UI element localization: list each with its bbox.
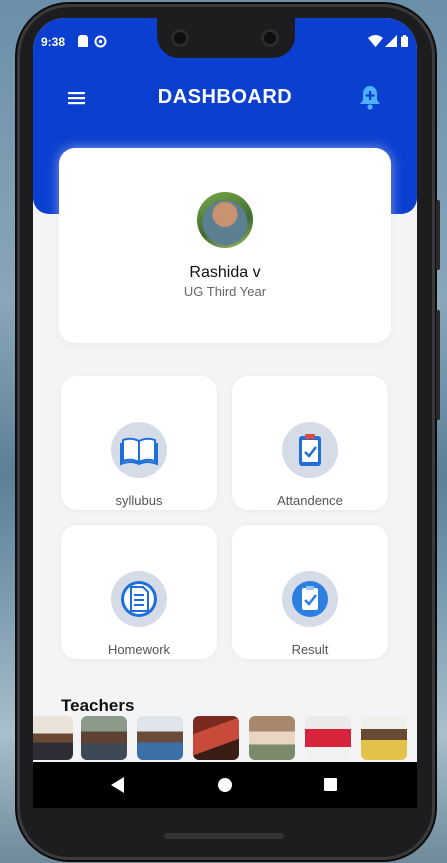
- sd-card-icon: [78, 35, 88, 50]
- app-bar: DASHBOARD: [33, 80, 417, 116]
- avatar: [197, 192, 253, 248]
- front-camera-left: [171, 29, 189, 47]
- book-icon: [111, 422, 167, 478]
- power-button: [436, 200, 440, 270]
- tile-label: Attandence: [277, 493, 343, 508]
- camera-notch: [157, 18, 295, 58]
- result-icon: [282, 571, 338, 627]
- teacher-photo[interactable]: [249, 716, 295, 760]
- recent-apps-icon[interactable]: [324, 778, 337, 791]
- teachers-heading: Teachers: [61, 696, 135, 715]
- volume-button: [436, 310, 440, 420]
- profile-card[interactable]: Rashida v UG Third Year: [59, 148, 391, 343]
- homework-icon: [111, 571, 167, 627]
- tile-label: syllubus: [115, 493, 163, 508]
- teacher-photo[interactable]: [305, 716, 351, 760]
- speaker-grille: [164, 833, 284, 839]
- syllabus-tile[interactable]: syllubus: [61, 376, 217, 510]
- screen: 9:38 DASHBOARD Rashida v UG Third Year s…: [33, 18, 417, 808]
- teacher-photo[interactable]: [193, 716, 239, 760]
- attendance-icon: [282, 422, 338, 478]
- teachers-list[interactable]: [33, 716, 417, 760]
- status-time: 9:38: [41, 35, 66, 49]
- tile-label: Result: [291, 642, 329, 657]
- back-icon[interactable]: [111, 777, 124, 793]
- teacher-photo[interactable]: [361, 716, 407, 760]
- student-name: Rashida v: [189, 264, 261, 281]
- sync-icon: [94, 35, 107, 51]
- teacher-photo[interactable]: [33, 716, 73, 760]
- notification-bell-icon[interactable]: [359, 84, 381, 110]
- signal-icon: [385, 35, 397, 50]
- student-year: UG Third Year: [183, 284, 267, 299]
- battery-icon: [401, 35, 408, 50]
- home-icon[interactable]: [218, 778, 232, 792]
- wifi-icon: [368, 35, 383, 50]
- android-nav-bar: [33, 762, 417, 808]
- homework-tile[interactable]: Homework: [61, 525, 217, 659]
- teacher-photo[interactable]: [137, 716, 183, 760]
- attendance-tile[interactable]: Attandence: [232, 376, 388, 510]
- result-tile[interactable]: Result: [232, 525, 388, 659]
- teacher-photo[interactable]: [81, 716, 127, 760]
- tile-label: Homework: [107, 642, 171, 657]
- front-camera-right: [261, 29, 279, 47]
